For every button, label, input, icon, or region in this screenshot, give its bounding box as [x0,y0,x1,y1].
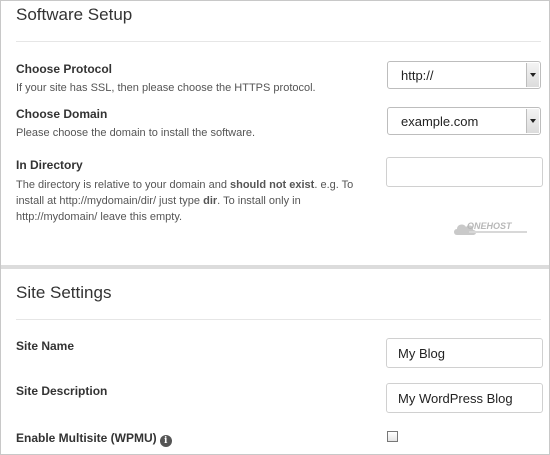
installer-panel: Software Setup Choose Protocol If your s… [0,0,550,455]
directory-hint: The directory is relative to your domain… [16,179,354,223]
site-settings-title: Site Settings [16,283,112,302]
onehost-logo: ONEHOST [454,221,527,235]
domain-label: Choose Domain [16,107,108,121]
info-icon[interactable]: i [159,435,172,447]
protocol-selected-value: http:// [401,68,434,83]
site-description-label: Site Description [16,384,108,398]
directory-input[interactable] [386,157,543,187]
logo-text: ONEHOST [467,221,513,231]
protocol-hint: If your site has SSL, then please choose… [16,82,316,94]
should-not-exist-emphasis: should not exist [230,179,315,191]
domain-selected-value: example.com [401,114,479,129]
protocol-select[interactable]: http:// [387,61,541,89]
section-divider [16,41,541,42]
dir-emphasis: dir [203,195,218,207]
chevron-down-icon[interactable] [526,63,539,87]
protocol-label: Choose Protocol [16,62,113,76]
chevron-down-icon[interactable] [526,109,539,133]
multisite-checkbox[interactable] [387,431,398,442]
section-divider [16,319,541,320]
domain-hint: Please choose the domain to install the … [16,127,256,139]
domain-select[interactable]: example.com [387,107,541,135]
section-separator [1,265,549,269]
site-name-label: Site Name [16,339,75,353]
software-setup-title: Software Setup [16,5,133,24]
site-name-input[interactable]: My Blog [386,338,543,368]
multisite-label: Enable Multisite (WPMU) i [16,431,172,447]
directory-label: In Directory [16,158,83,172]
site-description-input[interactable]: My WordPress Blog [386,383,543,413]
